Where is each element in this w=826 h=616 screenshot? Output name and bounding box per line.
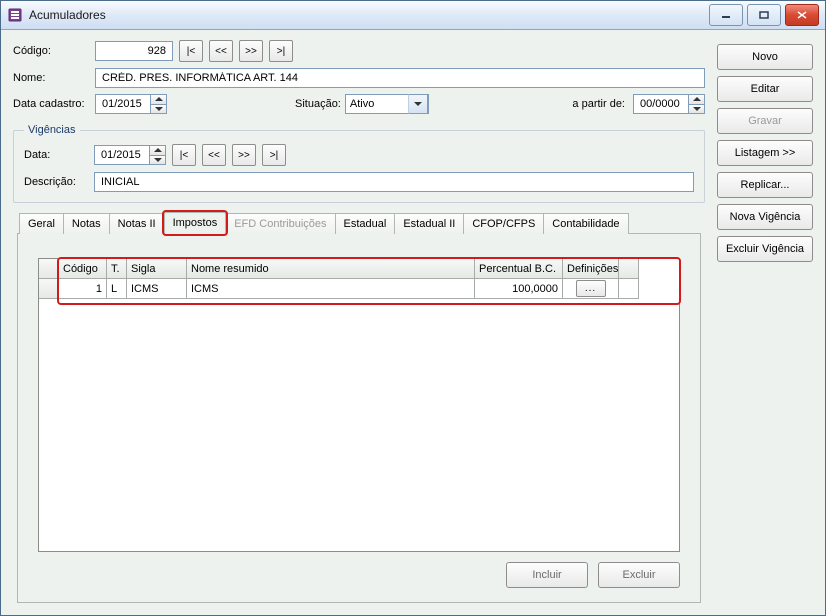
app-window: Acumuladores Código: |< << >> bbox=[0, 0, 826, 616]
data-cadastro-down[interactable] bbox=[151, 105, 167, 115]
codigo-first-button[interactable]: |< bbox=[179, 40, 203, 62]
col-t[interactable]: T. bbox=[107, 259, 127, 279]
tab-efd[interactable]: EFD Contribuições bbox=[225, 213, 335, 234]
vig-desc-label: Descrição: bbox=[24, 176, 90, 188]
col-nome[interactable]: Nome resumido bbox=[187, 259, 475, 279]
minimize-button[interactable] bbox=[709, 4, 743, 26]
grid-empty-area bbox=[39, 299, 679, 551]
situacao-dropdown-icon[interactable] bbox=[408, 94, 428, 114]
col-rowselector bbox=[39, 259, 59, 279]
side-buttons: Novo Editar Gravar Listagem >> Replicar.… bbox=[717, 40, 813, 603]
codigo-field[interactable] bbox=[95, 41, 173, 61]
window-controls bbox=[709, 4, 819, 26]
replicar-button[interactable]: Replicar... bbox=[717, 172, 813, 198]
col-trail bbox=[619, 259, 639, 279]
cell-trail bbox=[619, 279, 639, 299]
definicoes-button[interactable]: ... bbox=[576, 280, 606, 297]
tab-estadual[interactable]: Estadual bbox=[335, 213, 396, 234]
apartir-field[interactable] bbox=[633, 94, 705, 114]
vig-data-input[interactable] bbox=[99, 148, 145, 162]
col-sigla[interactable]: Sigla bbox=[127, 259, 187, 279]
vig-next-button[interactable]: >> bbox=[232, 144, 256, 166]
tab-cfop[interactable]: CFOP/CFPS bbox=[463, 213, 544, 234]
data-cadastro-label: Data cadastro: bbox=[13, 98, 91, 110]
vig-first-button[interactable]: |< bbox=[172, 144, 196, 166]
tab-estadual2[interactable]: Estadual II bbox=[394, 213, 464, 234]
window-title: Acumuladores bbox=[29, 8, 709, 22]
codigo-prev-button[interactable]: << bbox=[209, 40, 233, 62]
vig-data-down[interactable] bbox=[150, 156, 166, 166]
client-area: Código: |< << >> >| Nome: Data cadastro: bbox=[1, 30, 825, 615]
situacao-select[interactable]: Ativo bbox=[345, 94, 429, 114]
gravar-button[interactable]: Gravar bbox=[717, 108, 813, 134]
nome-input[interactable] bbox=[100, 71, 700, 85]
apartir-up[interactable] bbox=[689, 94, 705, 105]
listagem-button[interactable]: Listagem >> bbox=[717, 140, 813, 166]
row-selector[interactable] bbox=[39, 279, 59, 299]
apartir-input[interactable] bbox=[638, 97, 684, 111]
situacao-label: Situação: bbox=[295, 98, 341, 110]
incluir-button[interactable]: Incluir bbox=[506, 562, 588, 588]
app-icon bbox=[7, 7, 23, 23]
excluir-vigencia-button[interactable]: Excluir Vigência bbox=[717, 236, 813, 262]
cell-t[interactable]: L bbox=[107, 279, 127, 299]
cell-pct[interactable]: 100,0000 bbox=[475, 279, 563, 299]
tab-notas[interactable]: Notas bbox=[63, 213, 110, 234]
cell-def[interactable]: ... bbox=[563, 279, 619, 299]
nome-field[interactable] bbox=[95, 68, 705, 88]
cell-nome[interactable]: ICMS bbox=[187, 279, 475, 299]
close-button[interactable] bbox=[785, 4, 819, 26]
vig-last-button[interactable]: >| bbox=[262, 144, 286, 166]
tab-geral[interactable]: Geral bbox=[19, 213, 64, 234]
data-cadastro-up[interactable] bbox=[151, 94, 167, 105]
col-codigo[interactable]: Código bbox=[59, 259, 107, 279]
vig-data-field[interactable] bbox=[94, 145, 166, 165]
titlebar: Acumuladores bbox=[1, 1, 825, 30]
vig-desc-input[interactable] bbox=[99, 175, 689, 189]
tab-impostos[interactable]: Impostos bbox=[164, 212, 227, 234]
vig-data-label: Data: bbox=[24, 149, 90, 161]
novo-button[interactable]: Novo bbox=[717, 44, 813, 70]
editar-button[interactable]: Editar bbox=[717, 76, 813, 102]
tab-notas2[interactable]: Notas II bbox=[109, 213, 165, 234]
situacao-value: Ativo bbox=[350, 98, 374, 110]
vigencias-legend: Vigências bbox=[24, 124, 80, 136]
main-panel: Código: |< << >> >| Nome: Data cadastro: bbox=[13, 40, 705, 603]
col-def[interactable]: Definições bbox=[563, 259, 619, 279]
codigo-last-button[interactable]: >| bbox=[269, 40, 293, 62]
tab-contabilidade[interactable]: Contabilidade bbox=[543, 213, 628, 234]
grid: Código T. Sigla Nome resumido Percentual… bbox=[38, 258, 680, 552]
vigencias-group: Vigências Data: |< << >> bbox=[13, 124, 705, 203]
col-pct[interactable]: Percentual B.C. bbox=[475, 259, 563, 279]
cell-sigla[interactable]: ICMS bbox=[127, 279, 187, 299]
codigo-label: Código: bbox=[13, 45, 91, 57]
tab-strip: Geral Notas Notas II Impostos EFD Contri… bbox=[17, 211, 701, 234]
nome-label: Nome: bbox=[13, 72, 91, 84]
nova-vigencia-button[interactable]: Nova Vigência bbox=[717, 204, 813, 230]
excluir-button[interactable]: Excluir bbox=[598, 562, 680, 588]
codigo-next-button[interactable]: >> bbox=[239, 40, 263, 62]
cell-codigo[interactable]: 1 bbox=[59, 279, 107, 299]
apartir-down[interactable] bbox=[689, 105, 705, 115]
tab-content: Código T. Sigla Nome resumido Percentual… bbox=[17, 234, 701, 603]
data-cadastro-input[interactable] bbox=[100, 97, 146, 111]
apartir-label: a partir de: bbox=[572, 98, 625, 110]
vig-prev-button[interactable]: << bbox=[202, 144, 226, 166]
codigo-input[interactable] bbox=[100, 44, 168, 58]
maximize-button[interactable] bbox=[747, 4, 781, 26]
data-cadastro-field[interactable] bbox=[95, 94, 167, 114]
vig-desc-field[interactable] bbox=[94, 172, 694, 192]
vig-data-up[interactable] bbox=[150, 145, 166, 156]
